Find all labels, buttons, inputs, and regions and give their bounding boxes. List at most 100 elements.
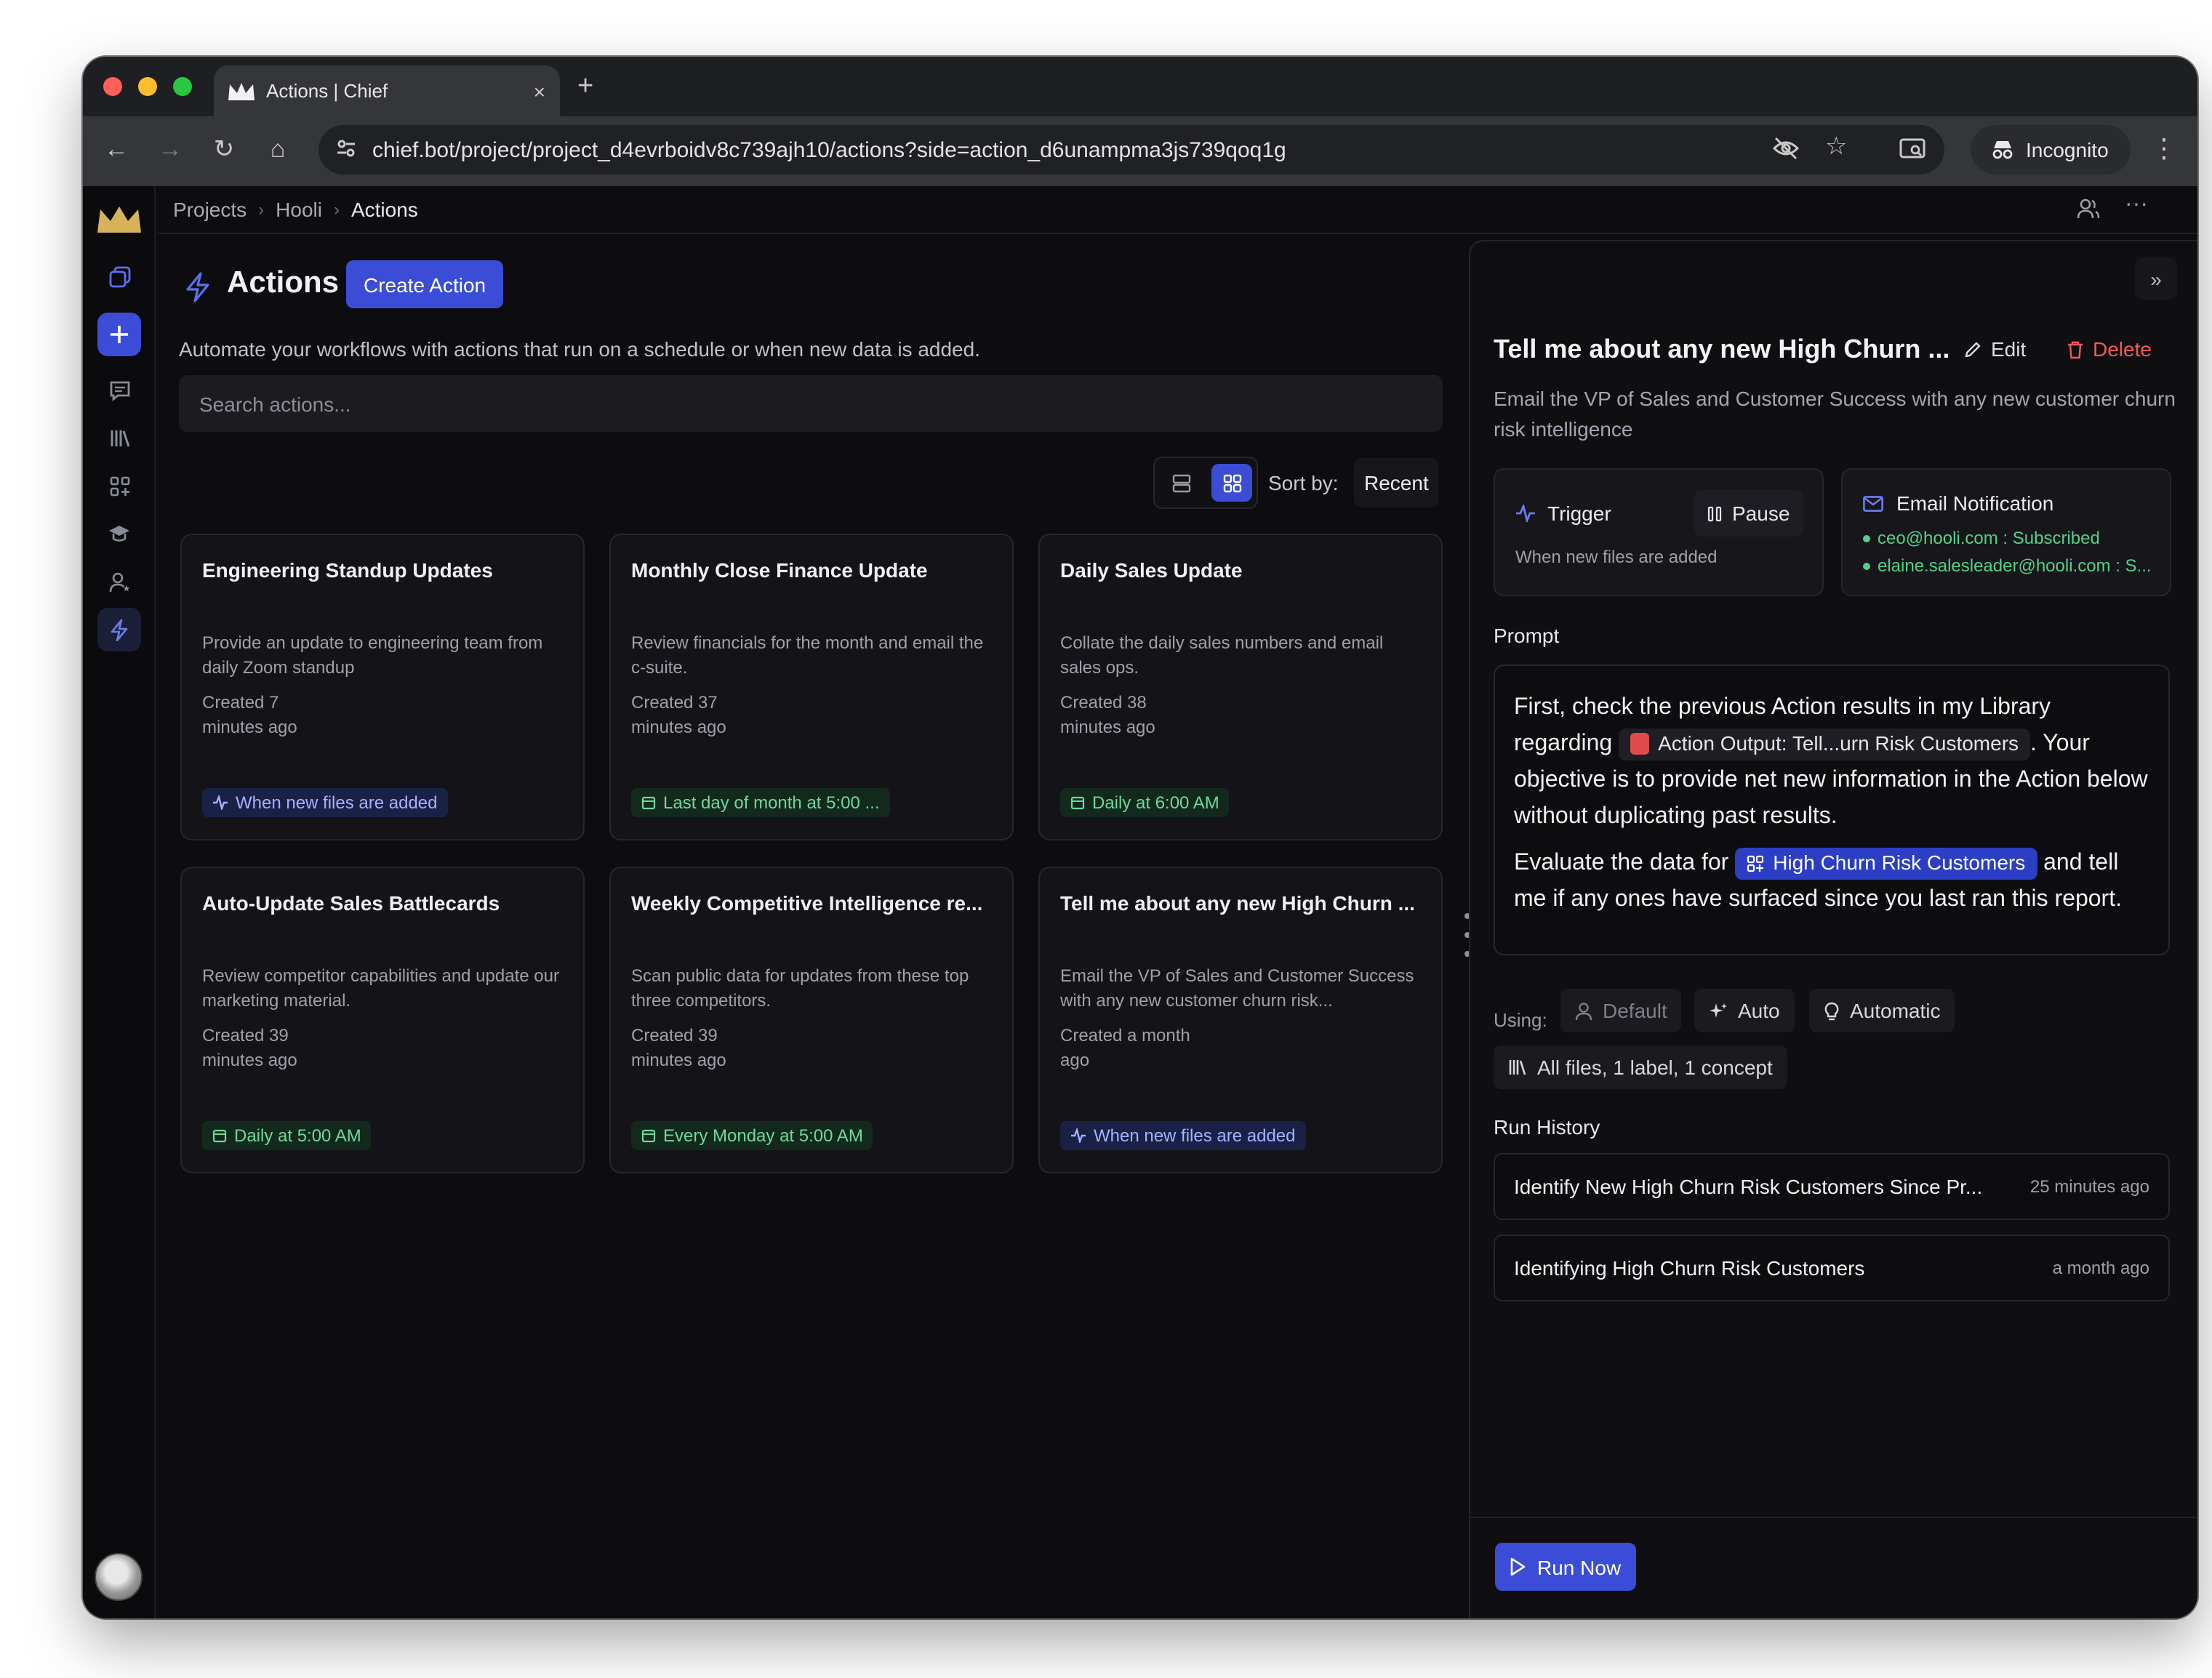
view-toggle xyxy=(1153,457,1258,509)
email-label: Email Notification xyxy=(1896,491,2054,515)
trigger-detail: When new files are added xyxy=(1515,547,1718,567)
share-users-icon[interactable] xyxy=(2077,198,2100,220)
close-tab-icon[interactable]: × xyxy=(534,79,545,103)
page-subtitle: Automate your workflows with actions tha… xyxy=(179,337,980,361)
panel-footer-divider xyxy=(1470,1517,2197,1518)
card-created: Created 39 minutes ago xyxy=(202,1025,297,1069)
home-icon[interactable]: ⌂ xyxy=(262,134,294,166)
concept-chip-label: High Churn Risk Customers xyxy=(1773,851,2026,875)
grid-view-button[interactable] xyxy=(1211,464,1252,502)
run-time: 25 minutes ago xyxy=(2029,1176,2149,1197)
browser-window: Actions | Chief × + ← → ↻ ⌂ chief.bot/pr… xyxy=(83,57,2197,1618)
new-tab-button[interactable]: + xyxy=(577,71,593,103)
forward-arrow-icon[interactable]: → xyxy=(154,134,186,166)
scope-pill[interactable]: All files, 1 label, 1 concept xyxy=(1494,1045,1787,1089)
new-item-button[interactable] xyxy=(97,313,141,356)
run-history-item[interactable]: Identify New High Churn Risk Customers S… xyxy=(1494,1153,2170,1220)
page-title: Actions xyxy=(227,266,340,300)
more-options-icon[interactable]: ··· xyxy=(2125,192,2148,218)
sort-label: Sort by: xyxy=(1268,471,1339,494)
card-description: Collate the daily sales numbers and emai… xyxy=(1060,633,1384,677)
collapse-panel-icon[interactable]: » xyxy=(2135,257,2177,300)
run-now-button[interactable]: Run Now xyxy=(1495,1543,1636,1591)
play-icon xyxy=(1510,1557,1526,1576)
app: Projects › Hooli › Actions ··· Actions C… xyxy=(83,186,2197,1618)
library-doc-chip[interactable]: Action Output: Tell...urn Risk Customers xyxy=(1619,728,2031,760)
trigger-box: Trigger Pause When new files are added xyxy=(1494,468,1824,596)
actions-bolt-icon[interactable] xyxy=(97,608,141,651)
action-card[interactable]: Monthly Close Finance Update Review fina… xyxy=(609,534,1014,840)
user-avatar[interactable] xyxy=(95,1553,143,1601)
schedule-badge: Daily at 6:00 AM xyxy=(1060,788,1230,817)
breadcrumb-projects[interactable]: Projects xyxy=(173,198,247,221)
badge-label: Daily at 6:00 AM xyxy=(1092,792,1219,813)
action-card[interactable]: Auto-Update Sales Battlecards Review com… xyxy=(180,867,585,1173)
pause-button[interactable]: Pause xyxy=(1694,490,1803,537)
actions-bolt-icon xyxy=(185,272,211,302)
close-window-button[interactable] xyxy=(103,77,122,96)
action-card[interactable]: Tell me about any new High Churn ... Ema… xyxy=(1038,867,1443,1173)
bulb-icon xyxy=(1824,1001,1839,1020)
incognito-indicator[interactable]: Incognito xyxy=(1971,125,2131,174)
calendar-icon xyxy=(641,796,656,810)
action-card[interactable]: Daily Sales Update Collate the daily sal… xyxy=(1038,534,1443,840)
card-title: Auto-Update Sales Battlecards xyxy=(202,891,500,915)
back-arrow-icon[interactable]: ← xyxy=(100,134,132,166)
concept-grid-icon xyxy=(1747,855,1764,872)
site-settings-icon[interactable] xyxy=(334,137,358,160)
address-bar[interactable]: chief.bot/project/project_d4evrboidv8c73… xyxy=(318,125,1944,174)
minimize-window-button[interactable] xyxy=(138,77,157,96)
library-icon[interactable] xyxy=(97,416,141,459)
apps-grid-icon[interactable] xyxy=(97,464,141,507)
run-title: Identify New High Churn Risk Customers S… xyxy=(1514,1175,1983,1198)
prompt-editor[interactable]: First, check the previous Action results… xyxy=(1494,665,2170,955)
maximize-window-button[interactable] xyxy=(173,77,192,96)
bookmark-star-icon[interactable]: ☆ xyxy=(1825,132,1848,161)
edit-button[interactable]: Edit xyxy=(1963,337,2026,361)
card-title: Daily Sales Update xyxy=(1060,558,1243,582)
chief-logo[interactable] xyxy=(97,206,141,233)
model-auto-pill[interactable]: Auto xyxy=(1694,989,1795,1032)
panel-description: Email the VP of Sales and Customer Succe… xyxy=(1494,387,2176,440)
projects-icon[interactable] xyxy=(97,254,141,298)
panel-title: Tell me about any new High Churn ... xyxy=(1494,334,1950,364)
run-history-item[interactable]: Identifying High Churn Risk Customers a … xyxy=(1494,1235,2170,1301)
learn-cap-icon[interactable] xyxy=(97,512,141,555)
chat-icon[interactable] xyxy=(97,368,141,412)
user-star-icon[interactable] xyxy=(97,560,141,603)
concept-chip[interactable]: High Churn Risk Customers xyxy=(1735,847,2037,880)
trash-icon xyxy=(2068,340,2083,358)
reload-icon[interactable]: ↻ xyxy=(208,134,240,166)
tab-strip: Actions | Chief × + xyxy=(83,57,2197,116)
persona-default-pill[interactable]: Default xyxy=(1560,989,1682,1032)
sort-select[interactable]: Recent xyxy=(1354,458,1439,507)
browser-menu-icon[interactable]: ⋮ xyxy=(2151,134,2177,164)
pause-icon xyxy=(1707,505,1722,521)
breadcrumb-hooli[interactable]: Hooli xyxy=(276,198,322,221)
eye-off-icon[interactable] xyxy=(1773,137,1799,160)
action-card[interactable]: Engineering Standup Updates Provide an u… xyxy=(180,534,585,840)
calendar-icon xyxy=(212,1129,227,1143)
delete-button[interactable]: Delete xyxy=(2067,337,2152,361)
run-time: a month ago xyxy=(2052,1258,2149,1278)
email-notification-box[interactable]: Email Notification ceo@hooli.com : Subsc… xyxy=(1841,468,2171,596)
create-action-button[interactable]: Create Action xyxy=(346,260,504,308)
pill-label: Auto xyxy=(1738,999,1780,1022)
browser-tab-active[interactable]: Actions | Chief × xyxy=(214,65,560,116)
action-card[interactable]: Weekly Competitive Intelligence re... Sc… xyxy=(609,867,1014,1173)
tab-search-icon[interactable] xyxy=(1898,134,1930,166)
search-input[interactable] xyxy=(179,375,1443,432)
incognito-icon xyxy=(1992,141,2013,159)
delete-label: Delete xyxy=(2093,337,2152,361)
badge-label: When new files are added xyxy=(1094,1125,1296,1146)
page: Actions | Chief × + ← → ↻ ⌂ chief.bot/pr… xyxy=(0,0,2212,1678)
list-view-button[interactable] xyxy=(1161,464,1201,502)
card-title: Tell me about any new High Churn ... xyxy=(1060,891,1415,915)
pulse-icon xyxy=(1071,1128,1086,1143)
mode-automatic-pill[interactable]: Automatic xyxy=(1809,989,1955,1032)
pulse-icon xyxy=(213,795,228,810)
card-description: Review competitor capabilities and updat… xyxy=(202,966,559,1010)
card-created: Created 39 minutes ago xyxy=(631,1025,726,1069)
scope-label: All files, 1 label, 1 concept xyxy=(1537,1056,1773,1079)
card-description: Email the VP of Sales and Customer Succe… xyxy=(1060,966,1414,1010)
